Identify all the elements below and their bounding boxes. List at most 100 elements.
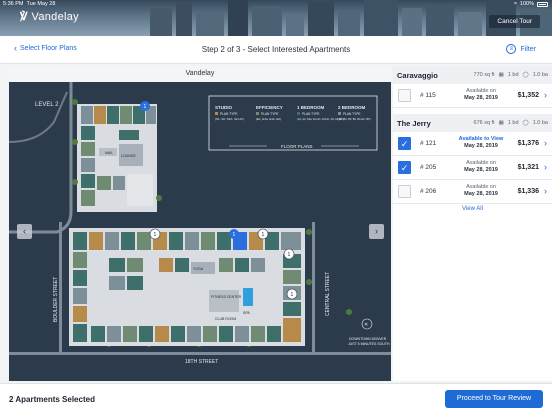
chevron-right-icon[interactable]: › (544, 162, 547, 172)
select-checkbox[interactable] (398, 89, 411, 102)
availability-date: May 28, 2019 (464, 167, 498, 173)
downtown-note: DOWNTOWN DENVER JUST 5 MINUTES SOUTH (348, 337, 390, 346)
apartment-list: Caravaggio 770 sq ft ▦ 1 bd ◯ 1.0 ba # 1… (393, 66, 552, 381)
bath-icon: ◯ (522, 120, 529, 126)
battery-icon (537, 2, 548, 7)
footer-bar: 2 Apartments Selected Proceed to Tour Re… (0, 383, 552, 414)
filter-button[interactable]: ≡ Filter (506, 44, 536, 54)
marker-label: 1 (154, 232, 157, 238)
bed-icon: ▦ (498, 72, 504, 78)
availability-date: May 28, 2019 (464, 143, 498, 149)
availability-date: May 28, 2019 (464, 95, 498, 101)
site-map-panel: Vandelay LEVEL 2 MAIL LOUNGE 1 STUDIO PL… (9, 66, 391, 381)
chevron-right-icon[interactable]: › (544, 138, 547, 148)
view-all-link[interactable]: View All (393, 206, 552, 212)
unit-number: # 121 (420, 140, 437, 147)
building-header-caravaggio: Caravaggio 770 sq ft ▦ 1 bd ◯ 1.0 ba (393, 66, 552, 84)
unit-number: # 205 (420, 164, 437, 171)
marker-label: 1 (288, 252, 291, 258)
unit-number: # 206 (420, 188, 437, 195)
step-header: ‹ Select Floor Plans Step 2 of 3 - Selec… (0, 36, 552, 64)
legend-efficiency-codes: (E1, E1a, E1b, E2) (256, 117, 281, 121)
sqft-value: 676 sq ft (473, 120, 495, 126)
building-meta: 676 sq ft ▦ 1 bd ◯ 1.0 ba (474, 120, 548, 126)
street-label-west: BOULDER STREET (53, 277, 59, 322)
availability: Available on May 28, 2019 (445, 88, 517, 102)
proceed-to-tour-review-button[interactable]: Proceed to Tour Review (445, 390, 543, 408)
baths-value: 1.0 ba (532, 120, 548, 126)
apartment-row-121[interactable]: ✓ # 121 Available to View May 28, 2019 $1… (393, 132, 552, 156)
amenity-yoga: YOGA (193, 267, 204, 271)
availability-label: Available to View (458, 136, 504, 142)
chevron-left-icon: ‹ (23, 226, 26, 236)
map-title: Vandelay (9, 66, 391, 82)
apartment-row-205[interactable]: ✓ # 205 Available on May 28, 2019 $1,321 … (393, 156, 552, 180)
cancel-tour-button[interactable]: Cancel Tour (489, 15, 540, 28)
status-time: 5:36 PM (3, 1, 24, 7)
beds-value: 1 bd (507, 120, 519, 126)
legend-2bed-codes: (B1, B2, B3, B4, B4.HC, B5) (338, 117, 371, 121)
selected-count: 2 Apartments Selected (9, 395, 95, 404)
building-header-the-jerry: The Jerry 676 sq ft ▦ 1 bd ◯ 1.0 ba (393, 114, 552, 132)
price: $1,376 (517, 140, 539, 147)
legend-efficiency-name: EFFICIENCY (256, 105, 283, 110)
floor-plans-label: FLOOR PLANS (281, 144, 313, 149)
legend-studio-name: STUDIO (215, 105, 233, 110)
level-label: LEVEL 2 (35, 102, 59, 108)
bath-icon: ◯ (522, 72, 529, 78)
select-checkbox-checked[interactable]: ✓ (398, 137, 411, 150)
price: $1,336 (517, 188, 539, 195)
marker-label: 1 (233, 232, 236, 238)
map-next-button[interactable]: › (369, 224, 384, 239)
marker-label: 1 (291, 292, 294, 298)
legend-1bed-type: PLAN TYPE (302, 112, 319, 116)
legend-2bed-type: PLAN TYPE (343, 112, 360, 116)
price: $1,321 (517, 164, 539, 171)
availability-date: May 28, 2019 (464, 191, 498, 197)
street-label-east: CENTRAL STREET (325, 272, 331, 316)
availability: Available on May 28, 2019 (445, 184, 517, 198)
amenity-fitness: FITNESS CENTER (211, 295, 242, 299)
wifi-icon: ≈ (513, 1, 517, 7)
amenity-club-room: CLUB ROOM (215, 317, 236, 321)
legend-efficiency-type: PLAN TYPE (261, 112, 278, 116)
site-plan-map[interactable]: LEVEL 2 MAIL LOUNGE 1 STUDIO PLAN TYPE (… (9, 82, 391, 381)
legend-1bed-name: 1 BEDROOM (297, 105, 325, 110)
marker-label: 1 (144, 104, 147, 110)
legend-1bed-codes: (A1, A2, A3a, A2.HC, A3.HC, A5, A6, A7) (297, 117, 344, 121)
header-banner: 5:36 PM Tue May 28 ≈ 100% ℣ Vandelay Can… (0, 0, 552, 36)
brand-logo: ℣ Vandelay (20, 10, 79, 24)
legend-studio-codes: (S1, S2, S3A, S2.HC) (215, 117, 244, 121)
legend-studio-swatch (215, 112, 218, 115)
building-meta: 770 sq ft ▦ 1 bd ◯ 1.0 ba (474, 72, 548, 78)
availability: Available to View May 28, 2019 (445, 136, 517, 150)
map-prev-button[interactable]: ‹ (17, 224, 32, 239)
chevron-right-icon[interactable]: › (544, 186, 547, 196)
building-name: Caravaggio (397, 71, 438, 80)
status-date: Tue May 28 (26, 1, 56, 7)
filter-icon: ≡ (506, 44, 517, 54)
sqft-value: 770 sq ft (473, 72, 495, 78)
apartment-row-206[interactable]: # 206 Available on May 28, 2019 $1,336 › (393, 180, 552, 204)
amenity-mail: MAIL (105, 151, 113, 155)
availability: Available on May 28, 2019 (445, 160, 517, 174)
availability-label: Available on (466, 88, 496, 94)
chevron-right-icon[interactable]: › (544, 90, 547, 100)
brand-mark-icon: ℣ (20, 11, 28, 23)
compass-glyph: ✕ (364, 322, 368, 328)
legend-1bed-swatch (297, 112, 300, 115)
select-checkbox[interactable] (398, 185, 411, 198)
chevron-right-icon: › (375, 226, 378, 236)
street-label-south: 18TH STREET (185, 359, 218, 365)
legend-2bed-name: 2 BEDROOM (338, 105, 366, 110)
filter-label: Filter (520, 45, 536, 53)
unit-number: # 115 (420, 92, 436, 99)
building-name: The Jerry (397, 119, 431, 128)
legend-efficiency-swatch (256, 112, 259, 115)
apartment-row-115[interactable]: # 115 Available on May 28, 2019 $1,352 › (393, 84, 552, 108)
select-checkbox-checked[interactable]: ✓ (398, 161, 411, 174)
legend-studio-type: PLAN TYPE (220, 112, 237, 116)
page-title: Step 2 of 3 - Select Interested Apartmen… (201, 45, 351, 54)
marker-label: 1 (262, 232, 265, 238)
brand-name: Vandelay (31, 10, 79, 23)
